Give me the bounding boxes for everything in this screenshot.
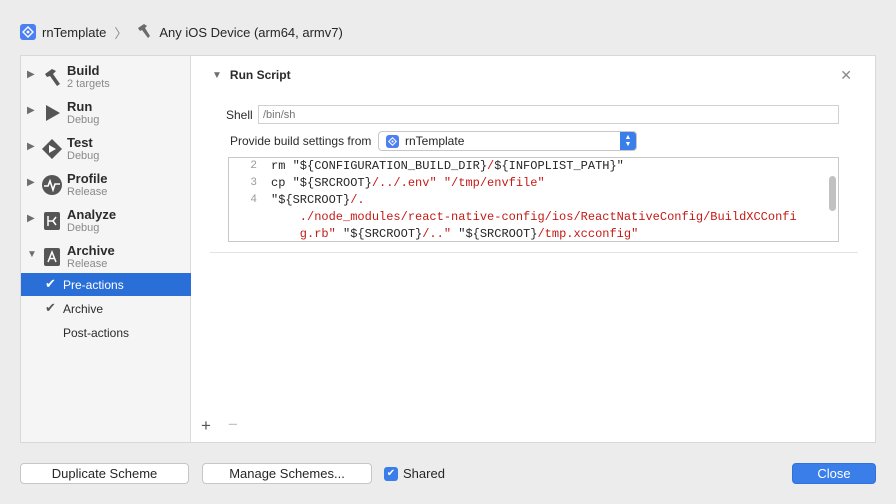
sidebar-subitem-label: Archive [63,302,104,316]
checkmark-icon[interactable]: ✔ [384,466,398,481]
run-script-title: Run Script [229,68,291,82]
sidebar-item-subtitle: Debug [67,150,100,162]
shell-input[interactable] [258,105,839,124]
code-text: rm "${CONFIGURATION_BUILD_DIR}/${INFOPLI… [271,159,624,173]
provide-settings-select[interactable]: rnTemplate ▲ ▼ [378,131,637,151]
checkmark-icon: ✔ [45,300,56,315]
sidebar-item-test[interactable]: ▶ Test Debug [21,131,191,167]
line-number: 3 [250,177,257,189]
add-icon[interactable]: + [201,416,211,436]
shared-label: Shared [403,466,445,481]
manage-schemes-button[interactable]: Manage Schemes... [202,463,372,484]
sidebar-item-subtitle: Release [67,186,108,198]
run-script-header[interactable]: ▼ Run Script [212,68,291,82]
sidebar-subitem-post-actions[interactable]: Post-actions [21,321,191,344]
breadcrumb-separator: 〉 [114,25,128,41]
sidebar-item-title: Test [67,135,93,150]
code-text: "${SRCROOT}/. [271,193,365,207]
divider [210,252,858,253]
sidebar-item-subtitle: Debug [67,222,100,234]
sidebar-item-title: Run [67,99,93,114]
waveform-icon [41,174,63,196]
disclosure-down-icon[interactable]: ▼ [212,70,222,81]
shared-checkbox[interactable]: ✔ Shared [384,466,445,481]
close-icon[interactable]: ✕ [840,67,852,84]
hammer-icon [135,22,153,43]
disclosure-right-icon[interactable]: ▶ [27,213,35,224]
sidebar-subitem-label: Pre-actions [63,278,124,292]
disclosure-right-icon[interactable]: ▶ [27,141,35,152]
sidebar-item-title: Archive [67,243,115,258]
sidebar: ▶ Build 2 targets ▶ Run Debug ▶ Test Deb… [21,56,191,442]
disclosure-down-icon[interactable]: ▼ [27,249,37,260]
remove-icon[interactable]: − [228,415,238,435]
code-text: g.rb" "${SRCROOT}/.." "${SRCROOT}/tmp.xc… [271,227,639,241]
script-editor[interactable]: 2 rm "${CONFIGURATION_BUILD_DIR}/${INFOPL… [228,157,839,242]
sidebar-item-subtitle: 2 targets [67,78,110,90]
code-text: cp "${SRCROOT}/../.env" "/tmp/envfile" [271,176,545,190]
project-icon [386,134,399,148]
sidebar-item-subtitle: Release [67,258,108,270]
disclosure-right-icon[interactable]: ▶ [27,177,35,188]
sidebar-item-title: Build [67,63,100,78]
test-diamond-icon [41,138,63,160]
disclosure-right-icon[interactable]: ▶ [27,69,35,80]
sidebar-subitem-pre-actions[interactable]: ✔ Pre-actions [21,273,191,296]
duplicate-scheme-button[interactable]: Duplicate Scheme [20,463,189,484]
line-number: 4 [250,194,257,206]
checkmark-icon: ✔ [45,276,56,291]
analyze-icon [41,210,63,232]
sidebar-item-analyze[interactable]: ▶ Analyze Debug [21,203,191,239]
scrollbar[interactable] [829,176,836,211]
sidebar-subitem-archive[interactable]: ✔ Archive [21,297,191,320]
play-icon [41,102,63,124]
disclosure-right-icon[interactable]: ▶ [27,105,35,116]
run-script-content: ▼ Run Script ✕ Shell Provide build setti… [192,56,876,442]
sidebar-item-title: Profile [67,171,108,186]
provide-settings-value: rnTemplate [405,134,465,148]
archive-icon [41,246,63,268]
sidebar-item-subtitle: Debug [67,114,100,126]
chevron-updown-icon: ▲ ▼ [620,132,636,150]
line-number: 2 [250,160,257,172]
project-icon [20,24,36,40]
code-text: ./node_modules/react-native-config/ios/R… [271,210,797,224]
destination-name[interactable]: Any iOS Device (arm64, armv7) [159,25,343,40]
close-button[interactable]: Close [792,463,876,484]
sidebar-item-title: Analyze [67,207,117,222]
provide-settings-label: Provide build settings from [230,134,372,148]
sidebar-item-profile[interactable]: ▶ Profile Release [21,167,191,203]
scheme-bar[interactable]: rnTemplate 〉 Any iOS Device (arm64, armv… [20,20,343,44]
shell-label: Shell [226,108,253,122]
sidebar-item-archive[interactable]: ▼ Archive Release [21,239,191,275]
scheme-name[interactable]: rnTemplate [42,25,106,40]
hammer-icon [41,66,63,88]
sidebar-item-run[interactable]: ▶ Run Debug [21,95,191,131]
sidebar-subitem-label: Post-actions [63,326,130,340]
scheme-editor-panel: ▶ Build 2 targets ▶ Run Debug ▶ Test Deb… [20,55,876,443]
sidebar-item-build[interactable]: ▶ Build 2 targets [21,59,191,95]
